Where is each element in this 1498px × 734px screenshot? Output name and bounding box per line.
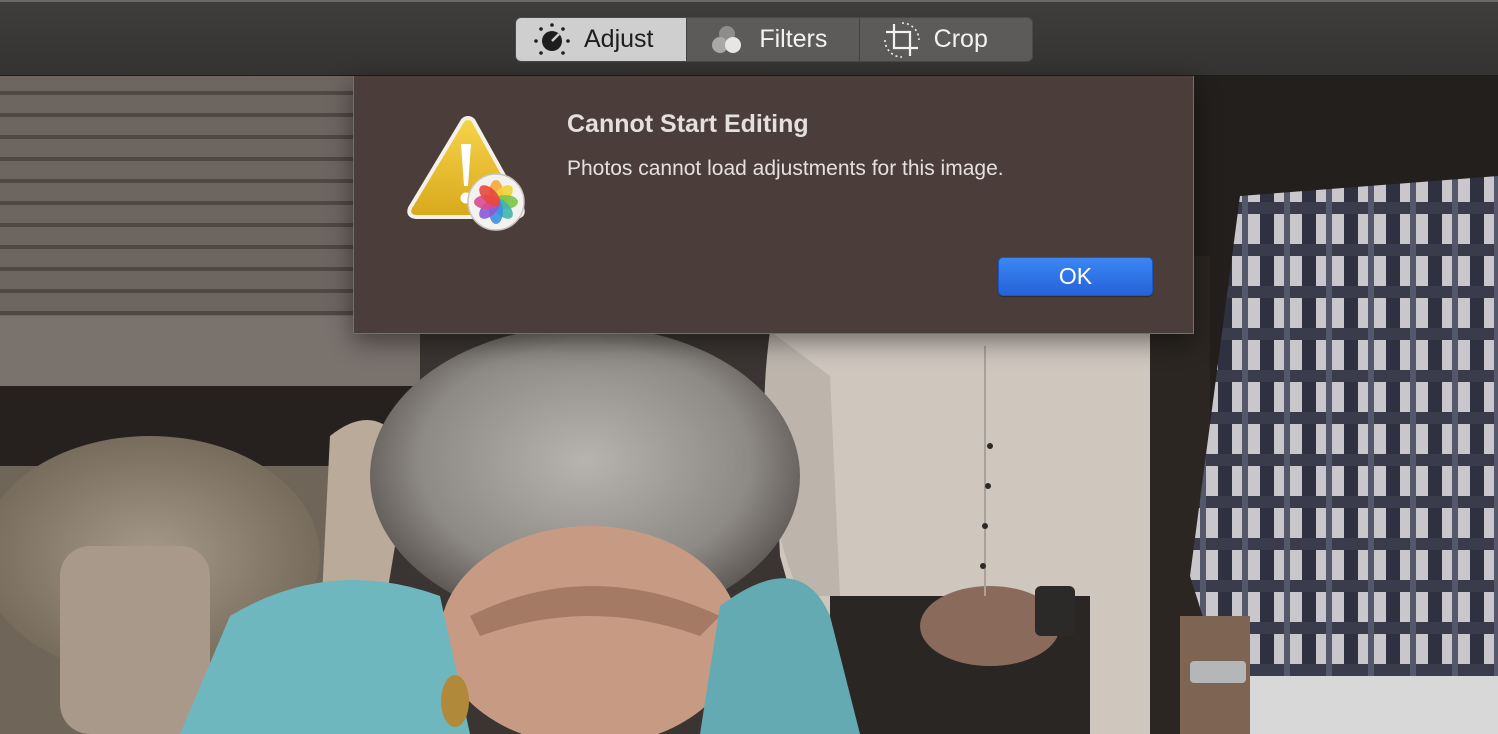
tab-adjust-label: Adjust — [584, 25, 654, 53]
alert-title: Cannot Start Editing — [567, 110, 809, 138]
filters-circles-icon — [707, 20, 747, 60]
alert-sheet: Cannot Start Editing Photos cannot load … — [353, 76, 1194, 334]
adjust-dial-icon — [532, 20, 572, 60]
tab-filters[interactable]: Filters — [687, 18, 860, 61]
tab-crop[interactable]: Crop — [860, 18, 1032, 61]
ok-button[interactable]: OK — [998, 257, 1153, 296]
warning-photos-icon — [406, 116, 528, 234]
crop-icon — [882, 20, 922, 60]
edit-mode-segmented-control: Adjust Filters Crop — [515, 17, 1033, 62]
alert-message: Photos cannot load adjustments for this … — [567, 157, 1004, 180]
tab-filters-label: Filters — [759, 25, 828, 53]
tab-crop-label: Crop — [933, 25, 988, 53]
edit-toolbar: Adjust Filters Crop — [0, 0, 1498, 76]
tab-adjust[interactable]: Adjust — [516, 18, 688, 61]
